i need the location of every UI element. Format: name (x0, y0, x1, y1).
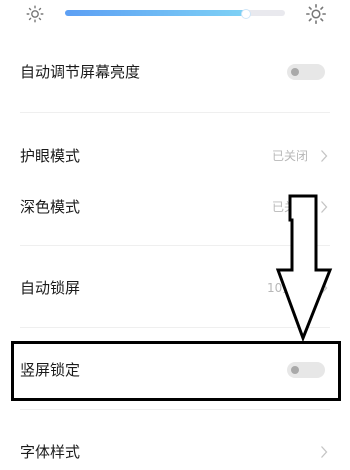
toggle-knob (291, 68, 299, 76)
brightness-slider-knob[interactable] (241, 9, 252, 19)
chevron-right-icon (321, 150, 328, 162)
font-style-label: 字体样式 (20, 443, 81, 461)
auto-brightness-toggle[interactable] (287, 64, 325, 80)
eye-care-value: 已关闭 (272, 149, 309, 163)
eye-care-label: 护眼模式 (20, 147, 81, 165)
brightness-slider-fill (65, 10, 246, 16)
highlight-box (11, 341, 341, 401)
down-arrow-icon (275, 194, 333, 343)
font-style-row[interactable]: 字体样式 (0, 432, 350, 470)
chevron-right-icon (321, 446, 328, 458)
dim-sun-icon (26, 5, 44, 23)
bright-sun-icon (306, 4, 326, 24)
divider (20, 409, 330, 410)
auto-brightness-row[interactable]: 自动调节屏幕亮度 (0, 52, 350, 92)
divider (20, 112, 330, 113)
auto-lock-label: 自动锁屏 (20, 279, 81, 297)
dark-mode-label: 深色模式 (20, 198, 81, 216)
auto-brightness-label: 自动调节屏幕亮度 (20, 63, 141, 81)
brightness-slider[interactable] (65, 9, 285, 19)
eye-care-row[interactable]: 护眼模式 已关闭 (0, 136, 350, 176)
